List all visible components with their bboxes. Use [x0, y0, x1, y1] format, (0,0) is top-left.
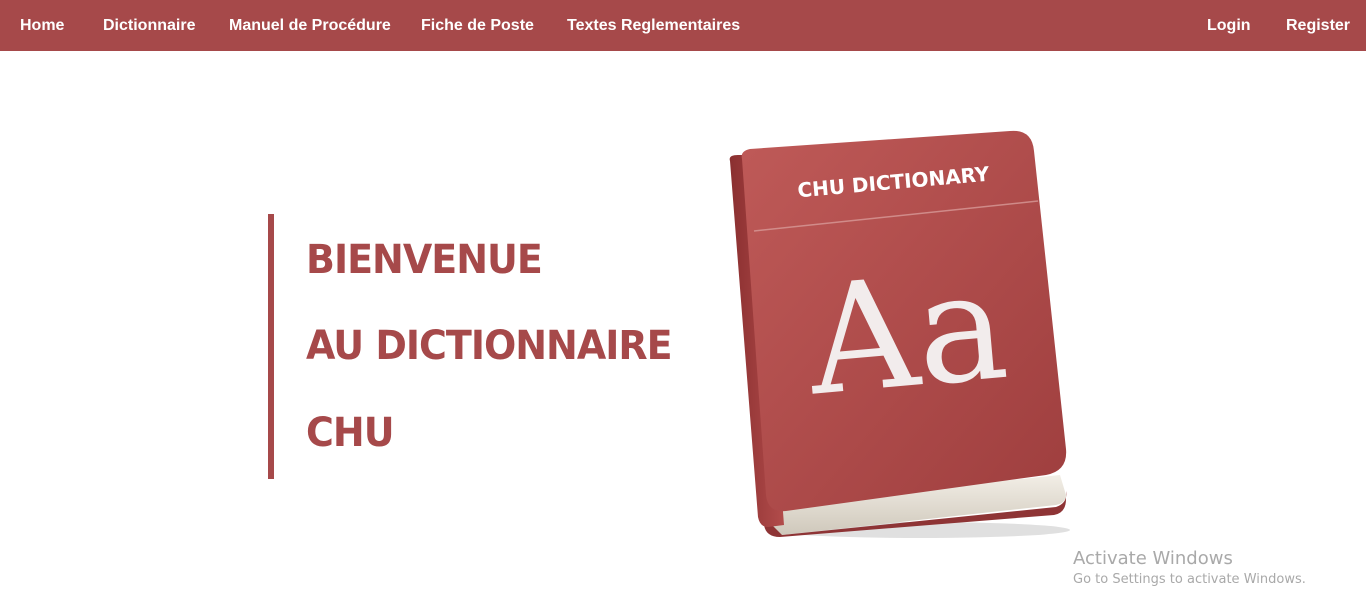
welcome-line-1: BIENVENUE	[306, 236, 543, 283]
welcome-line-3: CHU	[306, 409, 395, 456]
nav-login-link[interactable]: Login	[1207, 0, 1251, 51]
watermark-subtitle: Go to Settings to activate Windows.	[1073, 572, 1306, 587]
book-glyph: Aa	[800, 239, 1013, 430]
book-icon: CHU DICTIONARY Aa	[729, 130, 1070, 538]
dictionary-book-illustration: CHU DICTIONARY Aa	[720, 125, 1080, 545]
welcome-line-2: AU DICTIONNAIRE	[306, 322, 673, 369]
nav-dictionnaire-link[interactable]: Dictionnaire	[103, 0, 195, 51]
nav-manuel-procedure-link[interactable]: Manuel de Procédure	[229, 0, 391, 51]
nav-fiche-poste-link[interactable]: Fiche de Poste	[421, 0, 534, 51]
nav-textes-reglementaires-link[interactable]: Textes Reglementaires	[567, 0, 740, 51]
nav-register-link[interactable]: Register	[1286, 0, 1350, 51]
nav-home-link[interactable]: Home	[20, 0, 64, 51]
top-navbar: Home Dictionnaire Manuel de Procédure Fi…	[0, 0, 1366, 51]
activate-windows-watermark: Activate Windows Go to Settings to activ…	[1073, 548, 1306, 590]
welcome-block: BIENVENUE AU DICTIONNAIRE CHU	[268, 214, 698, 479]
watermark-title: Activate Windows	[1073, 548, 1233, 569]
